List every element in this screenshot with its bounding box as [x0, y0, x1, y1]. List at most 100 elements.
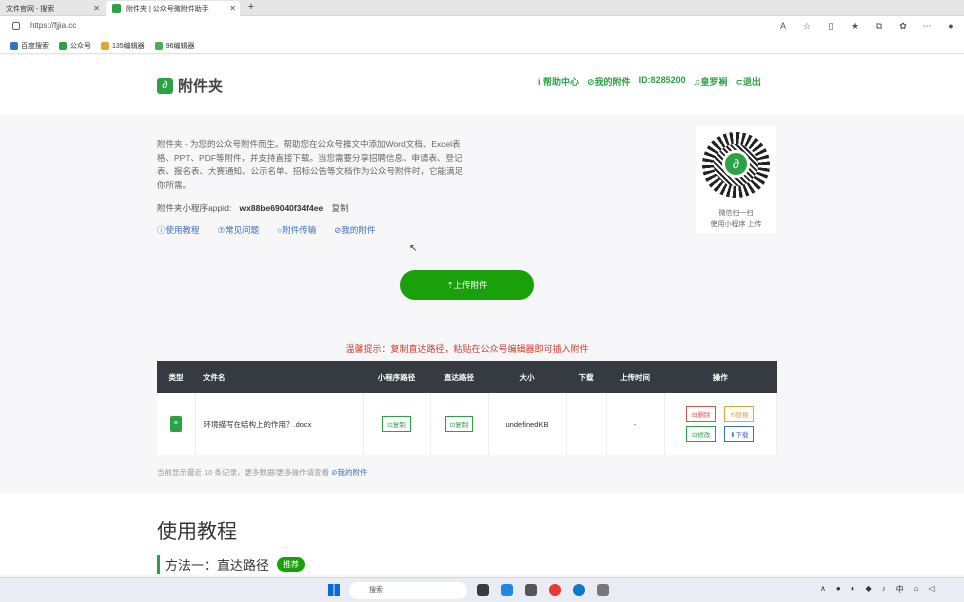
table-header-row: 类型 文件名 小程序路径 直达路径 大小 下载 上传时间 操作 — [157, 361, 777, 393]
appid-line: 附件夹小程序appid: wx88be69040f34f4ee 复制 — [157, 202, 349, 214]
collections-icon[interactable]: ⧉ — [872, 19, 886, 33]
tab-search[interactable]: 文件官网 - 搜索 ✕ — [0, 1, 104, 16]
copy-appid-link[interactable]: 复制 — [332, 203, 349, 213]
copy-direct-path-button[interactable]: ⊡复制 — [444, 416, 474, 432]
link-tutorial[interactable]: ⓘ使用教程 — [157, 224, 200, 236]
delete-button[interactable]: ⊟删除 — [686, 406, 717, 422]
document-icon: ≡ — [169, 416, 182, 432]
cell-mini-path: ⊡复制 — [363, 393, 431, 455]
app-icon[interactable] — [597, 584, 609, 596]
bookmark-icon — [59, 41, 67, 50]
split-screen-icon[interactable]: ▯ — [824, 19, 838, 33]
method-title: 方法一：直达路径 — [165, 558, 270, 573]
cell-type: ≡ — [157, 393, 196, 455]
mouse-cursor-icon: ↖ — [409, 243, 418, 254]
favorite-star-icon[interactable]: ☆ — [800, 19, 814, 33]
more-icon[interactable]: ⋯ — [920, 19, 934, 33]
profile-avatar[interactable]: ● — [944, 19, 958, 33]
col-type: 类型 — [157, 361, 195, 393]
url-field[interactable]: https://fjjia.cc — [30, 21, 76, 30]
nav-user-id: ID:8285200 — [638, 75, 686, 85]
qr-caption: 微信扫一扫 — [718, 210, 754, 217]
os-taskbar: 搜索 ∧ ● ◐ ◆ ♪ 中 ⌂ ◁ — [0, 577, 964, 602]
appid-label: 附件夹小程序appid: — [157, 203, 232, 213]
tab-label: 文件官网 - 搜索 — [6, 5, 55, 13]
microphone-icon[interactable]: ♪ — [882, 584, 886, 595]
bookmark-96[interactable]: 96编辑器 — [154, 41, 194, 51]
edge-icon[interactable] — [573, 584, 585, 596]
lock-icon — [12, 22, 20, 30]
app-icon[interactable] — [525, 584, 537, 596]
network-icon[interactable]: ⌂ — [914, 584, 919, 595]
download-button[interactable]: ⬇下载 — [724, 426, 755, 442]
replace-button[interactable]: ⟲替换 — [724, 406, 755, 422]
col-direct-path: 直达路径 — [430, 361, 488, 393]
nav-username[interactable]: ♫皇罗裥 — [694, 75, 728, 88]
new-tab-button[interactable]: + — [244, 0, 258, 15]
windows-start-icon[interactable] — [328, 584, 340, 596]
attachments-table: 类型 文件名 小程序路径 直达路径 大小 下载 上传时间 操作 ≡ 环境描写在结… — [157, 361, 777, 455]
cell-download — [566, 393, 607, 455]
tray-app-icon[interactable]: ◐ — [851, 584, 856, 595]
bookmarks-bar: 百度搜索 公众号 135编辑器 96编辑器 — [0, 38, 964, 54]
intro-text: 附件夹 - 为您的公众号附件而生。帮助您在公众号推文中添加Word文档、Exce… — [157, 139, 464, 190]
upload-attachment-button[interactable]: ⇡上传附件 — [400, 270, 534, 300]
extension-icon[interactable]: ✿ — [896, 19, 910, 33]
cell-actions: ⊟删除 ⟲替换 ⊡修改 ⬇下载 — [664, 393, 777, 455]
cell-direct-path: ⊡复制 — [430, 393, 489, 455]
table-note: 当前显示最近 10 条记录，更多数据/更多操作请查看 ⊘我的附件 — [157, 467, 367, 478]
ime-indicator[interactable]: 中 — [896, 584, 904, 595]
link-my-attachments[interactable]: ⊘我的附件 — [334, 224, 375, 236]
edit-button[interactable]: ⊡修改 — [686, 426, 717, 442]
tray-app-icon[interactable]: ◆ — [866, 584, 872, 595]
taskbar-search[interactable]: 搜索 — [349, 582, 467, 599]
paperclip-icon: ∂ — [722, 150, 750, 178]
link-transfer[interactable]: ○附件传输 — [277, 224, 316, 236]
chevron-up-icon[interactable]: ∧ — [820, 584, 826, 595]
bookmark-baidu[interactable]: 百度搜索 — [10, 41, 49, 51]
cell-size: undefinedKB — [488, 393, 567, 455]
tab-label: 附件夹 | 公众号微附件助手 — [126, 5, 209, 13]
favicon-icon — [112, 4, 121, 13]
main-section: 附件夹 - 为您的公众号附件而生。帮助您在公众号推文中添加Word文档、Exce… — [0, 115, 964, 493]
paperclip-icon: ∂ — [157, 77, 173, 94]
col-actions: 操作 — [664, 361, 777, 393]
chrome-icon[interactable] — [549, 584, 561, 596]
system-tray: ∧ ● ◐ ◆ ♪ 中 ⌂ ◁ — [820, 584, 935, 595]
link-faq[interactable]: ⑦常见问题 — [218, 224, 260, 236]
tray-app-icon[interactable]: ● — [836, 584, 841, 595]
bookmark-icon — [10, 41, 18, 50]
tutorial-section: 使用教程 方法一：直达路径 推荐 — [0, 493, 964, 575]
col-mini-path: 小程序路径 — [363, 361, 430, 393]
volume-icon[interactable]: ◁ — [929, 584, 935, 595]
close-icon[interactable]: ✕ — [93, 4, 100, 13]
widgets-icon[interactable] — [501, 584, 513, 596]
site-logo[interactable]: ∂ 附件夹 — [157, 75, 223, 96]
qr-caption-2: 使用小程序 上传 — [710, 221, 762, 228]
address-bar: https://fjjia.cc A ☆ ▯ ★ ⧉ ✿ ⋯ ● — [0, 16, 964, 38]
nav-my-attachments[interactable]: ⊘我的附件 — [587, 75, 631, 88]
miniprogram-qr: ∂ 微信扫一扫 使用小程序 上传 — [696, 126, 776, 233]
read-aloud-icon[interactable]: A — [776, 19, 790, 33]
task-view-icon[interactable] — [477, 584, 489, 596]
cell-filename: 环境描写在结构上的作用？.docx — [195, 393, 364, 455]
tutorial-title: 使用教程 — [157, 521, 237, 543]
bookmark-gzh[interactable]: 公众号 — [59, 41, 91, 51]
taskbar-apps — [477, 584, 609, 596]
col-upload-time: 上传时间 — [606, 361, 664, 393]
bookmark-icon — [154, 41, 163, 50]
copy-mini-path-button[interactable]: ⊡复制 — [382, 416, 411, 432]
bookmark-icon — [101, 41, 109, 50]
favorites-icon[interactable]: ★ — [848, 19, 862, 33]
table-note-link[interactable]: ⊘我的附件 — [331, 468, 367, 477]
site-name: 附件夹 — [178, 78, 224, 95]
recommend-badge: 推荐 — [277, 557, 306, 572]
table-note-text: 当前显示最近 10 条记录，更多数据/更多操作请查看 — [157, 468, 330, 477]
nav-help[interactable]: i 帮助中心 — [538, 75, 579, 88]
method-heading: 方法一：直达路径 推荐 — [157, 555, 306, 574]
nav-logout[interactable]: ⊂退出 — [735, 75, 761, 88]
top-nav: i 帮助中心 ⊘我的附件 ID:8285200 ♫皇罗裥 ⊂退出 — [538, 75, 761, 88]
tab-fjjia[interactable]: 附件夹 | 公众号微附件助手 ✕ — [106, 1, 240, 16]
close-icon[interactable]: ✕ — [229, 4, 236, 13]
bookmark-135[interactable]: 135编辑器 — [101, 41, 145, 51]
